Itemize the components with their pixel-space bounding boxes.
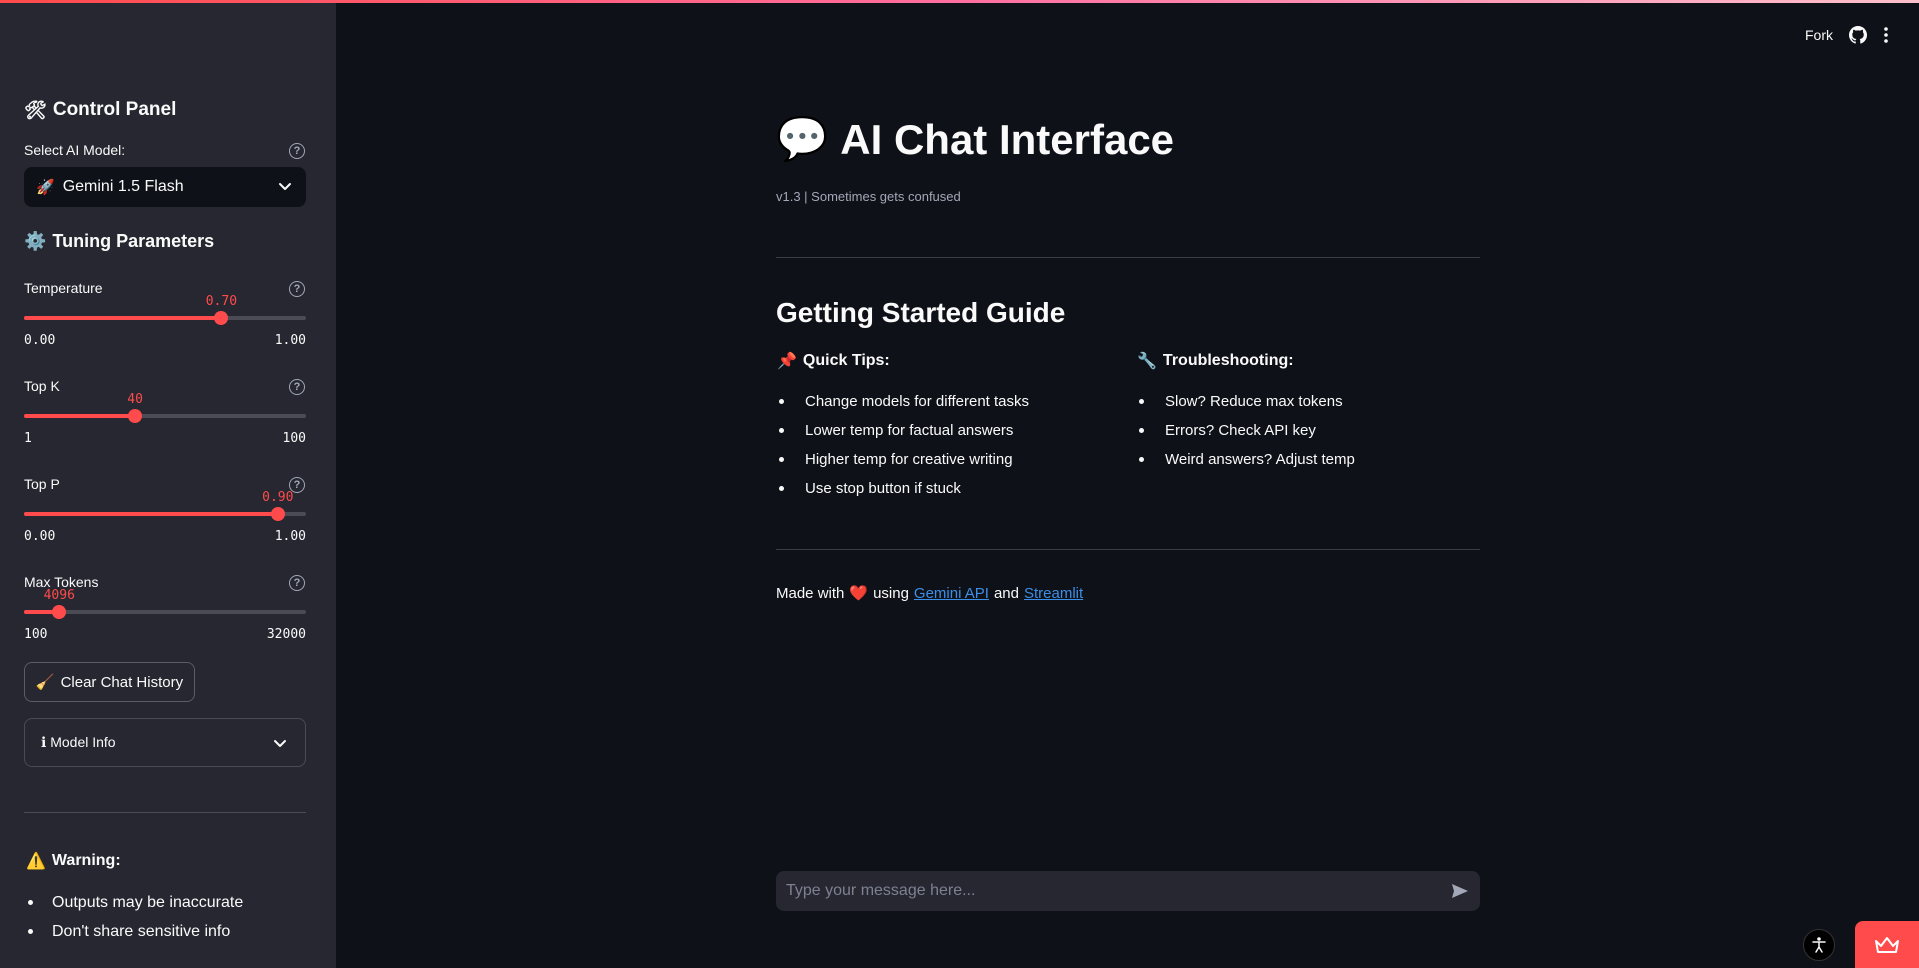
help-icon[interactable]: ? bbox=[289, 281, 305, 297]
list-item: Change models for different tasks bbox=[776, 387, 1029, 416]
page-title: 💬 AI Chat Interface bbox=[776, 115, 1175, 163]
model-select-label: Select AI Model: bbox=[24, 142, 126, 158]
chat-input-bar bbox=[776, 871, 1480, 911]
slider-max: 100 bbox=[282, 431, 306, 446]
tuning-parameters-heading: ⚙️ Tuning Parameters bbox=[24, 231, 215, 251]
slider-track[interactable] bbox=[24, 311, 306, 325]
slider-min: 0.00 bbox=[24, 333, 56, 348]
slider-min: 100 bbox=[24, 627, 48, 642]
slider-label: Temperature bbox=[24, 280, 103, 296]
chat-input[interactable] bbox=[786, 882, 1450, 900]
model-info-expander[interactable]: ℹ Model Info bbox=[24, 718, 306, 767]
help-icon[interactable]: ? bbox=[289, 575, 305, 591]
list-item: Don't share sensitive info bbox=[24, 917, 243, 946]
slider-value: 40 bbox=[127, 392, 143, 407]
model-select[interactable]: 🚀 Gemini 1.5 Flash bbox=[24, 167, 306, 207]
slider-label: Top K bbox=[24, 378, 60, 394]
list-item: Slow? Reduce max tokens bbox=[1136, 387, 1355, 416]
help-icon[interactable]: ? bbox=[289, 379, 305, 395]
slider-label: Top P bbox=[24, 476, 60, 492]
accessibility-icon[interactable] bbox=[1803, 929, 1835, 961]
chevron-down-icon bbox=[279, 183, 291, 190]
rocket-icon: 🚀 bbox=[36, 179, 55, 196]
slider-fill bbox=[24, 316, 222, 320]
divider bbox=[776, 549, 1480, 550]
gemini-api-link[interactable]: Gemini API bbox=[914, 585, 989, 602]
wrench-icon: 🔧 bbox=[1137, 353, 1157, 370]
model-select-value: Gemini 1.5 Flash bbox=[62, 178, 184, 195]
sidebar-divider bbox=[24, 812, 306, 813]
slider-value: 4096 bbox=[43, 588, 75, 603]
slider-value: 0.90 bbox=[262, 490, 294, 505]
troubleshooting-list: Slow? Reduce max tokens Errors? Check AP… bbox=[1136, 387, 1355, 474]
list-item: Outputs may be inaccurate bbox=[24, 888, 243, 917]
guide-title: Getting Started Guide bbox=[776, 297, 1066, 328]
slider-max: 1.00 bbox=[274, 333, 306, 348]
sidebar: 🛠 Control Panel Select AI Model: ? 🚀 Gem… bbox=[0, 3, 336, 968]
clear-chat-history-button[interactable]: 🧹 Clear Chat History bbox=[24, 662, 195, 702]
divider bbox=[776, 257, 1480, 258]
quick-tips-heading: 📌 Quick Tips: bbox=[777, 352, 890, 370]
list-item: Errors? Check API key bbox=[1136, 416, 1355, 445]
quick-tips-list: Change models for different tasks Lower … bbox=[776, 387, 1029, 503]
streamlit-crown-badge[interactable] bbox=[1855, 921, 1919, 968]
warning-heading: ⚠️ Warning: bbox=[26, 852, 121, 870]
slider-track[interactable] bbox=[24, 507, 306, 521]
slider-thumb[interactable] bbox=[270, 507, 285, 521]
fork-button[interactable]: Fork bbox=[1805, 27, 1833, 43]
slider-min: 1 bbox=[24, 431, 32, 446]
tools-icon: 🛠 bbox=[24, 99, 47, 120]
github-icon[interactable] bbox=[1849, 26, 1867, 44]
warning-list: Outputs may be inaccurate Don't share se… bbox=[24, 888, 243, 946]
pushpin-icon: 📌 bbox=[777, 353, 797, 370]
model-info-label: ℹ Model Info bbox=[41, 734, 116, 750]
send-icon[interactable] bbox=[1450, 881, 1470, 901]
slider-max: 32000 bbox=[266, 627, 306, 642]
list-item: Use stop button if stuck bbox=[776, 474, 1029, 503]
slider-fill bbox=[24, 512, 278, 516]
more-menu-icon[interactable] bbox=[1883, 26, 1889, 44]
slider-min: 0.00 bbox=[24, 529, 56, 544]
list-item: Weird answers? Adjust temp bbox=[1136, 445, 1355, 474]
page-caption: v1.3 | Sometimes gets confused bbox=[776, 189, 961, 204]
model-help-icon[interactable]: ? bbox=[289, 143, 305, 159]
slider-track[interactable] bbox=[24, 409, 306, 423]
speech-bubble-icon: 💬 bbox=[776, 115, 829, 162]
warning-icon: ⚠️ bbox=[26, 853, 46, 870]
broom-icon: 🧹 bbox=[35, 674, 55, 691]
app-toolbar: Fork bbox=[1805, 26, 1889, 44]
crown-icon bbox=[1875, 936, 1899, 953]
slider-thumb[interactable] bbox=[52, 605, 67, 619]
troubleshooting-heading: 🔧 Troubleshooting: bbox=[1137, 352, 1294, 370]
slider-thumb[interactable] bbox=[128, 409, 143, 423]
slider-value: 0.70 bbox=[205, 294, 238, 309]
gear-icon: ⚙️ bbox=[24, 231, 47, 251]
slider-track[interactable] bbox=[24, 605, 306, 619]
chevron-down-icon bbox=[274, 740, 286, 747]
slider-max: 1.00 bbox=[274, 529, 306, 544]
control-panel-heading: 🛠 Control Panel bbox=[24, 99, 177, 120]
list-item: Lower temp for factual answers bbox=[776, 416, 1029, 445]
streamlit-link[interactable]: Streamlit bbox=[1024, 585, 1083, 602]
list-item: Higher temp for creative writing bbox=[776, 445, 1029, 474]
heart-icon: ❤️ bbox=[849, 585, 869, 602]
footer-credits: Made with ❤️ using Gemini API and Stream… bbox=[776, 584, 1084, 603]
slider-fill bbox=[24, 414, 136, 418]
slider-thumb[interactable] bbox=[214, 311, 229, 325]
